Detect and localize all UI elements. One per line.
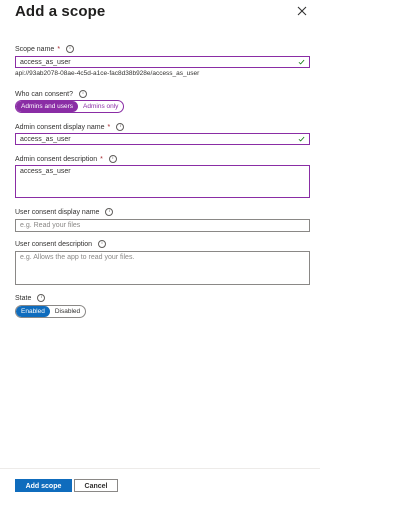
state-label: State i [15, 294, 46, 302]
toggle-option-disabled[interactable]: Disabled [50, 306, 85, 317]
toggle-option-admins-and-users[interactable]: Admins and users [16, 101, 79, 112]
info-icon[interactable]: i [66, 45, 75, 53]
toggle-option-admins-only[interactable]: Admins only [78, 101, 123, 112]
add-scope-button[interactable]: Add scope [15, 479, 72, 492]
user-consent-description-label: User consent description i [15, 240, 107, 248]
footer-divider [0, 468, 320, 469]
required-mark: * [100, 155, 103, 163]
scope-uri-text: api://93ab2078-08ae-4c5d-a1ce-fac8d38b92… [15, 70, 200, 77]
who-can-consent-toggle: Admins and users Admins only [15, 100, 125, 113]
panel-title: Add a scope [15, 3, 106, 20]
add-scope-panel: Add a scope Scope name * i access_as_use… [0, 0, 320, 528]
user-consent-description-textarea[interactable]: e.g. Allows the app to read your files. [15, 251, 310, 285]
state-toggle: Enabled Disabled [15, 305, 87, 318]
checkmark-icon [298, 59, 305, 65]
info-icon[interactable]: i [108, 155, 117, 163]
scope-name-input[interactable]: access_as_user [15, 56, 310, 68]
admin-consent-description-textarea[interactable]: access_as_user [15, 165, 310, 198]
checkmark-icon [298, 136, 305, 142]
info-icon[interactable]: i [116, 123, 125, 131]
user-consent-display-name-label: User consent display name i [15, 208, 114, 216]
scope-name-label: Scope name * i [15, 45, 75, 53]
who-can-consent-label: Who can consent? i [15, 90, 87, 98]
user-consent-display-name-input[interactable]: e.g. Read your files [15, 219, 310, 232]
required-mark: * [57, 45, 61, 53]
info-icon[interactable]: i [105, 208, 114, 216]
admin-consent-description-label: Admin consent description * i [15, 155, 117, 163]
info-icon[interactable]: i [37, 294, 46, 302]
admin-consent-display-name-label: Admin consent display name * i [15, 123, 125, 131]
admin-consent-display-name-input[interactable]: access_as_user [15, 133, 310, 145]
info-icon[interactable]: i [78, 90, 87, 98]
close-icon[interactable] [295, 4, 309, 18]
toggle-option-enabled[interactable]: Enabled [16, 306, 50, 317]
required-mark: * [107, 123, 111, 131]
cancel-button[interactable]: Cancel [74, 479, 118, 492]
info-icon[interactable]: i [98, 240, 107, 248]
